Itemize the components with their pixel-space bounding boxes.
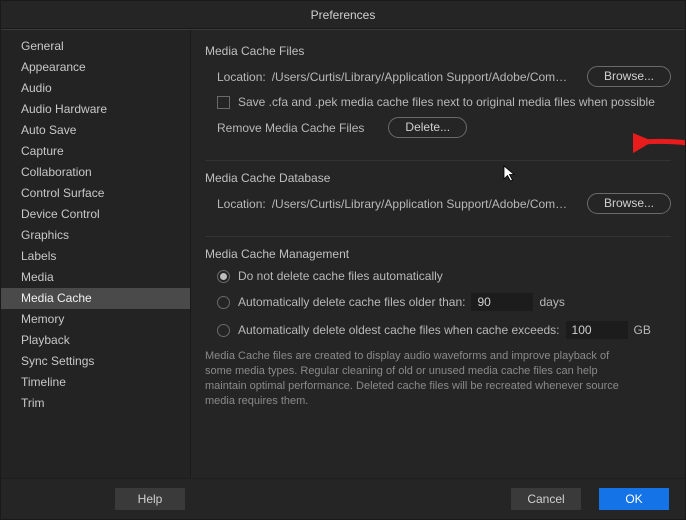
remove-label: Remove Media Cache Files	[217, 121, 364, 135]
gb-input[interactable]	[566, 321, 628, 339]
radio[interactable]	[217, 270, 230, 283]
preferences-dialog: Preferences GeneralAppearanceAudioAudio …	[0, 0, 686, 520]
checkbox-label: Save .cfa and .pek media cache files nex…	[238, 95, 655, 109]
location-label: Location:	[217, 197, 266, 211]
section-title: Media Cache Database	[205, 171, 671, 185]
help-button[interactable]: Help	[115, 488, 185, 510]
unit-label: days	[539, 295, 564, 309]
sidebar-item[interactable]: Device Control	[1, 204, 190, 225]
radio[interactable]	[217, 296, 230, 309]
sidebar-item[interactable]: Graphics	[1, 225, 190, 246]
help-text: Media Cache files are created to display…	[205, 349, 635, 409]
days-input[interactable]	[471, 293, 533, 311]
ok-button[interactable]: OK	[599, 488, 669, 510]
sidebar-item[interactable]: Labels	[1, 246, 190, 267]
sidebar-item[interactable]: Sync Settings	[1, 351, 190, 372]
location-row: Location: /Users/Curtis/Library/Applicat…	[205, 66, 671, 87]
sidebar-item[interactable]: Appearance	[1, 57, 190, 78]
content-panel: Media Cache Files Location: /Users/Curti…	[191, 30, 685, 478]
sidebar-item[interactable]: Media	[1, 267, 190, 288]
checkbox-row[interactable]: Save .cfa and .pek media cache files nex…	[205, 95, 671, 109]
dialog-title: Preferences	[1, 1, 685, 29]
section-title: Media Cache Files	[205, 44, 671, 58]
sidebar-item[interactable]: Media Cache	[1, 288, 190, 309]
remove-row: Remove Media Cache Files Delete...	[205, 117, 671, 138]
radio-option-exceeds[interactable]: Automatically delete oldest cache files …	[205, 321, 671, 339]
dialog-footer: Help Cancel OK	[1, 479, 685, 519]
sidebar-item[interactable]: Audio Hardware	[1, 99, 190, 120]
unit-label: GB	[634, 323, 651, 337]
radio-option-no-delete[interactable]: Do not delete cache files automatically	[205, 269, 671, 283]
sidebar-item[interactable]: General	[1, 36, 190, 57]
sidebar-item[interactable]: Timeline	[1, 372, 190, 393]
section-title: Media Cache Management	[205, 247, 671, 261]
radio-label: Do not delete cache files automatically	[238, 269, 443, 283]
sidebar-item[interactable]: Collaboration	[1, 162, 190, 183]
section-media-cache-database: Media Cache Database Location: /Users/Cu…	[205, 171, 671, 237]
location-path: /Users/Curtis/Library/Application Suppor…	[272, 70, 573, 84]
location-path: /Users/Curtis/Library/Application Suppor…	[272, 197, 573, 211]
dialog-body: GeneralAppearanceAudioAudio HardwareAuto…	[1, 29, 685, 479]
section-media-cache-files: Media Cache Files Location: /Users/Curti…	[205, 44, 671, 161]
sidebar-item[interactable]: Playback	[1, 330, 190, 351]
sidebar-item[interactable]: Control Surface	[1, 183, 190, 204]
delete-button[interactable]: Delete...	[388, 117, 467, 138]
save-next-to-media-checkbox[interactable]	[217, 96, 230, 109]
browse-button[interactable]: Browse...	[587, 66, 671, 87]
radio[interactable]	[217, 324, 230, 337]
sidebar-item[interactable]: Trim	[1, 393, 190, 414]
sidebar: GeneralAppearanceAudioAudio HardwareAuto…	[1, 30, 191, 478]
location-label: Location:	[217, 70, 266, 84]
sidebar-item[interactable]: Audio	[1, 78, 190, 99]
radio-label: Automatically delete cache files older t…	[238, 295, 465, 309]
cancel-button[interactable]: Cancel	[511, 488, 581, 510]
location-row: Location: /Users/Curtis/Library/Applicat…	[205, 193, 671, 214]
browse-button[interactable]: Browse...	[587, 193, 671, 214]
radio-label: Automatically delete oldest cache files …	[238, 323, 560, 337]
sidebar-item[interactable]: Memory	[1, 309, 190, 330]
section-media-cache-management: Media Cache Management Do not delete cac…	[205, 247, 671, 423]
sidebar-item[interactable]: Capture	[1, 141, 190, 162]
sidebar-item[interactable]: Auto Save	[1, 120, 190, 141]
radio-option-older-than[interactable]: Automatically delete cache files older t…	[205, 293, 671, 311]
